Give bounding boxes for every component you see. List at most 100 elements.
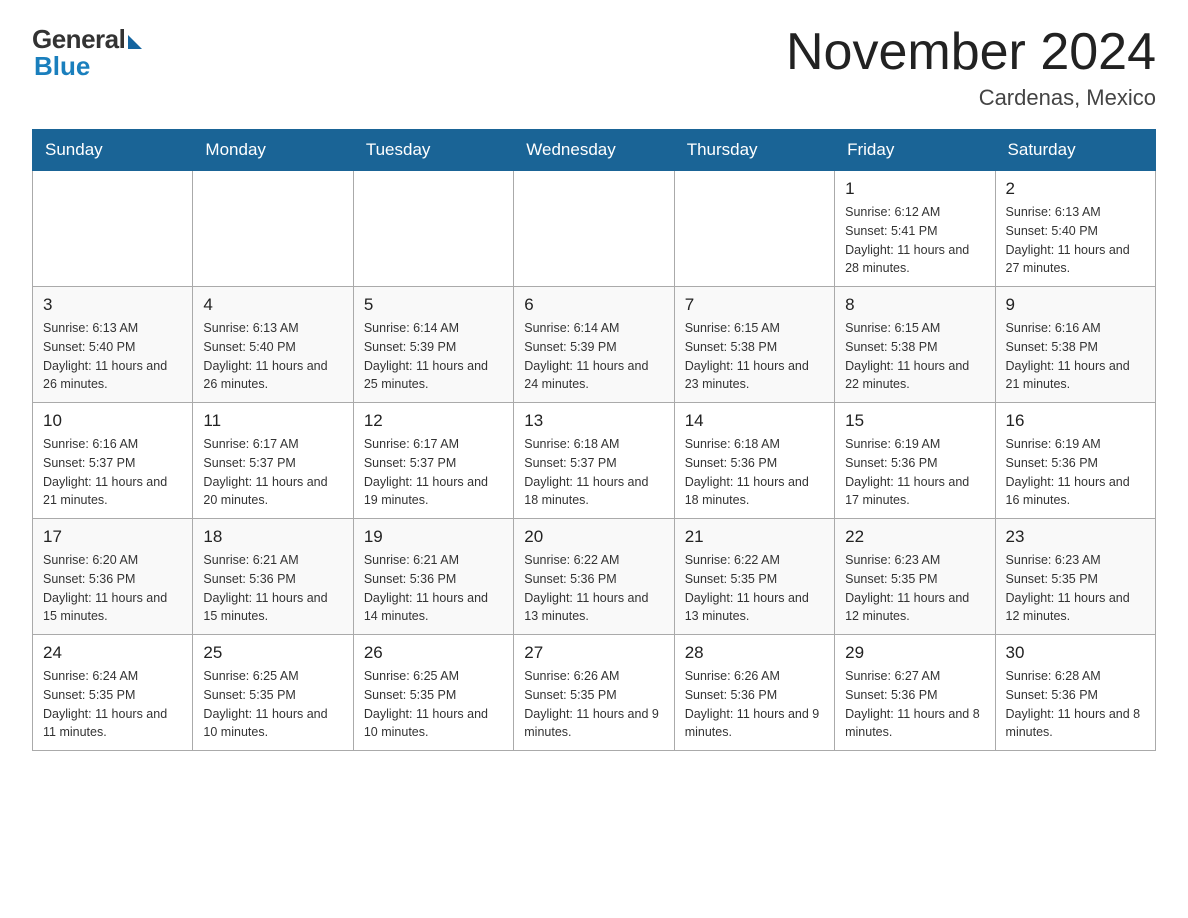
calendar-cell [353,171,513,287]
calendar-cell: 25 Sunrise: 6:25 AM Sunset: 5:35 PM Dayli… [193,635,353,751]
calendar-cell: 16Sunrise: 6:19 AM Sunset: 5:36 PM Dayli… [995,403,1155,519]
cell-sun-info: Sunrise: 6:23 AM Sunset: 5:35 PM Dayligh… [845,551,984,626]
cell-date-number: 20 [524,527,663,547]
cell-date-number: 7 [685,295,824,315]
cell-date-number: 27 [524,643,663,663]
calendar-cell [33,171,193,287]
cell-sun-info: Sunrise: 6:25 AM Sunset: 5:35 PM Dayligh… [364,667,503,742]
calendar-cell: 4 Sunrise: 6:13 AM Sunset: 5:40 PM Daylig… [193,287,353,403]
calendar-cell: 28 Sunrise: 6:26 AM Sunset: 5:36 PM Dayli… [674,635,834,751]
calendar-cell: 3 Sunrise: 6:13 AM Sunset: 5:40 PM Daylig… [33,287,193,403]
cell-sun-info: Sunrise: 6:28 AM Sunset: 5:36 PM Dayligh… [1006,667,1145,742]
calendar-cell: 2 Sunrise: 6:13 AM Sunset: 5:40 PM Daylig… [995,171,1155,287]
cell-sun-info: Sunrise: 6:13 AM Sunset: 5:40 PM Dayligh… [43,319,182,394]
day-header-monday: Monday [193,130,353,171]
cell-date-number: 6 [524,295,663,315]
calendar-cell: 11 Sunrise: 6:17 AM Sunset: 5:37 PM Dayli… [193,403,353,519]
calendar-cell: 30 Sunrise: 6:28 AM Sunset: 5:36 PM Dayli… [995,635,1155,751]
cell-date-number: 28 [685,643,824,663]
cell-sun-info: Sunrise: 6:16 AM Sunset: 5:37 PM Dayligh… [43,435,182,510]
cell-date-number: 17 [43,527,182,547]
cell-sun-info: Sunrise: 6:15 AM Sunset: 5:38 PM Dayligh… [845,319,984,394]
calendar-cell: 15 Sunrise: 6:19 AM Sunset: 5:36 PM Dayli… [835,403,995,519]
days-header-row: SundayMondayTuesdayWednesdayThursdayFrid… [33,130,1156,171]
cell-sun-info: Sunrise: 6:17 AM Sunset: 5:37 PM Dayligh… [203,435,342,510]
cell-sun-info: Sunrise: 6:27 AM Sunset: 5:36 PM Dayligh… [845,667,984,742]
calendar-cell: 29 Sunrise: 6:27 AM Sunset: 5:36 PM Dayli… [835,635,995,751]
day-header-saturday: Saturday [995,130,1155,171]
cell-date-number: 26 [364,643,503,663]
calendar-cell: 7 Sunrise: 6:15 AM Sunset: 5:38 PM Daylig… [674,287,834,403]
cell-sun-info: Sunrise: 6:25 AM Sunset: 5:35 PM Dayligh… [203,667,342,742]
cell-sun-info: Sunrise: 6:21 AM Sunset: 5:36 PM Dayligh… [364,551,503,626]
cell-sun-info: Sunrise: 6:21 AM Sunset: 5:36 PM Dayligh… [203,551,342,626]
calendar-cell: 10 Sunrise: 6:16 AM Sunset: 5:37 PM Dayli… [33,403,193,519]
cell-sun-info: Sunrise: 6:14 AM Sunset: 5:39 PM Dayligh… [364,319,503,394]
cell-date-number: 8 [845,295,984,315]
cell-sun-info: Sunrise: 6:14 AM Sunset: 5:39 PM Dayligh… [524,319,663,394]
calendar-cell: 14 Sunrise: 6:18 AM Sunset: 5:36 PM Dayli… [674,403,834,519]
calendar-week-4: 17 Sunrise: 6:20 AM Sunset: 5:36 PM Dayli… [33,519,1156,635]
calendar-week-1: 1 Sunrise: 6:12 AM Sunset: 5:41 PM Daylig… [33,171,1156,287]
cell-date-number: 14 [685,411,824,431]
calendar-cell: 12 Sunrise: 6:17 AM Sunset: 5:37 PM Dayli… [353,403,513,519]
day-header-thursday: Thursday [674,130,834,171]
cell-sun-info: Sunrise: 6:26 AM Sunset: 5:35 PM Dayligh… [524,667,663,742]
cell-date-number: 13 [524,411,663,431]
cell-sun-info: Sunrise: 6:18 AM Sunset: 5:36 PM Dayligh… [685,435,824,510]
cell-sun-info: Sunrise: 6:17 AM Sunset: 5:37 PM Dayligh… [364,435,503,510]
cell-date-number: 3 [43,295,182,315]
cell-date-number: 1 [845,179,984,199]
cell-date-number: 25 [203,643,342,663]
cell-sun-info: Sunrise: 6:24 AM Sunset: 5:35 PM Dayligh… [43,667,182,742]
calendar-cell: 17 Sunrise: 6:20 AM Sunset: 5:36 PM Dayli… [33,519,193,635]
cell-date-number: 18 [203,527,342,547]
cell-date-number: 4 [203,295,342,315]
day-header-friday: Friday [835,130,995,171]
cell-date-number: 23 [1006,527,1145,547]
cell-sun-info: Sunrise: 6:13 AM Sunset: 5:40 PM Dayligh… [203,319,342,394]
cell-sun-info: Sunrise: 6:15 AM Sunset: 5:38 PM Dayligh… [685,319,824,394]
calendar-week-3: 10 Sunrise: 6:16 AM Sunset: 5:37 PM Dayli… [33,403,1156,519]
calendar-cell: 21Sunrise: 6:22 AM Sunset: 5:35 PM Dayli… [674,519,834,635]
cell-date-number: 12 [364,411,503,431]
calendar-cell [674,171,834,287]
logo-triangle-icon [128,35,142,49]
title-section: November 2024 Cardenas, Mexico [786,24,1156,111]
location-title: Cardenas, Mexico [786,85,1156,111]
cell-sun-info: Sunrise: 6:20 AM Sunset: 5:36 PM Dayligh… [43,551,182,626]
cell-sun-info: Sunrise: 6:13 AM Sunset: 5:40 PM Dayligh… [1006,203,1145,278]
calendar-cell: 18 Sunrise: 6:21 AM Sunset: 5:36 PM Dayli… [193,519,353,635]
day-header-sunday: Sunday [33,130,193,171]
calendar-cell: 5 Sunrise: 6:14 AM Sunset: 5:39 PM Daylig… [353,287,513,403]
cell-date-number: 30 [1006,643,1145,663]
cell-date-number: 21 [685,527,824,547]
cell-date-number: 9 [1006,295,1145,315]
cell-sun-info: Sunrise: 6:18 AM Sunset: 5:37 PM Dayligh… [524,435,663,510]
calendar-cell [514,171,674,287]
day-header-tuesday: Tuesday [353,130,513,171]
cell-sun-info: Sunrise: 6:12 AM Sunset: 5:41 PM Dayligh… [845,203,984,278]
calendar-cell [193,171,353,287]
calendar-cell: 9Sunrise: 6:16 AM Sunset: 5:38 PM Daylig… [995,287,1155,403]
calendar-cell: 19 Sunrise: 6:21 AM Sunset: 5:36 PM Dayli… [353,519,513,635]
calendar-cell: 13 Sunrise: 6:18 AM Sunset: 5:37 PM Dayli… [514,403,674,519]
cell-date-number: 15 [845,411,984,431]
cell-date-number: 5 [364,295,503,315]
cell-sun-info: Sunrise: 6:26 AM Sunset: 5:36 PM Dayligh… [685,667,824,742]
cell-date-number: 29 [845,643,984,663]
cell-date-number: 10 [43,411,182,431]
cell-date-number: 11 [203,411,342,431]
calendar-cell: 24Sunrise: 6:24 AM Sunset: 5:35 PM Dayli… [33,635,193,751]
day-header-wednesday: Wednesday [514,130,674,171]
calendar-cell: 20Sunrise: 6:22 AM Sunset: 5:36 PM Dayli… [514,519,674,635]
cell-sun-info: Sunrise: 6:23 AM Sunset: 5:35 PM Dayligh… [1006,551,1145,626]
logo: General Blue [32,24,142,82]
calendar-cell: 1 Sunrise: 6:12 AM Sunset: 5:41 PM Daylig… [835,171,995,287]
calendar-cell: 27 Sunrise: 6:26 AM Sunset: 5:35 PM Dayli… [514,635,674,751]
calendar-cell: 6 Sunrise: 6:14 AM Sunset: 5:39 PM Daylig… [514,287,674,403]
cell-date-number: 19 [364,527,503,547]
cell-sun-info: Sunrise: 6:19 AM Sunset: 5:36 PM Dayligh… [845,435,984,510]
calendar-cell: 23 Sunrise: 6:23 AM Sunset: 5:35 PM Dayli… [995,519,1155,635]
cell-date-number: 2 [1006,179,1145,199]
